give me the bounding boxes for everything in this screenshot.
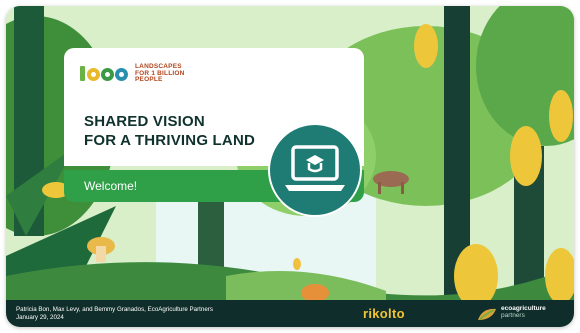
- ecoagriculture-leaf-icon: [478, 308, 496, 320]
- laptop-graduation-cap-icon[interactable]: [268, 123, 362, 217]
- logo-text: LANDSCAPES FOR 1 BILLION PEOPLE: [135, 63, 185, 84]
- eco-line-1: ecoagriculture: [501, 305, 546, 312]
- logo-1000-mark: [80, 66, 129, 82]
- landscapes-logo: LANDSCAPES FOR 1 BILLION PEOPLE: [80, 63, 185, 84]
- laptop-icon: [285, 145, 345, 191]
- course-thumbnail-card[interactable]: LANDSCAPES FOR 1 BILLION PEOPLE SHARED V…: [6, 6, 574, 327]
- eco-line-2: partners: [501, 312, 525, 319]
- headline-line-2: FOR A THRIVING LAND: [84, 132, 256, 149]
- welcome-text: Welcome!: [84, 179, 138, 193]
- credit-date: January 29, 2024: [16, 314, 64, 321]
- logo-line-3: PEOPLE: [135, 76, 163, 83]
- ecoagriculture-logo: ecoagriculture partners: [501, 305, 546, 319]
- slide-footer: Patricia Bon, Max Levy, and Bemmy Granad…: [6, 300, 574, 327]
- headline-line-1: SHARED VISION: [84, 113, 205, 130]
- author-credit: Patricia Bon, Max Levy, and Bemmy Granad…: [16, 306, 213, 322]
- slide-headline: SHARED VISION FOR A THRIVING LAND: [84, 112, 255, 150]
- credit-authors: Patricia Bon, Max Levy, and Bemmy Granad…: [16, 306, 213, 313]
- rikolto-logo: rikolto: [363, 306, 405, 321]
